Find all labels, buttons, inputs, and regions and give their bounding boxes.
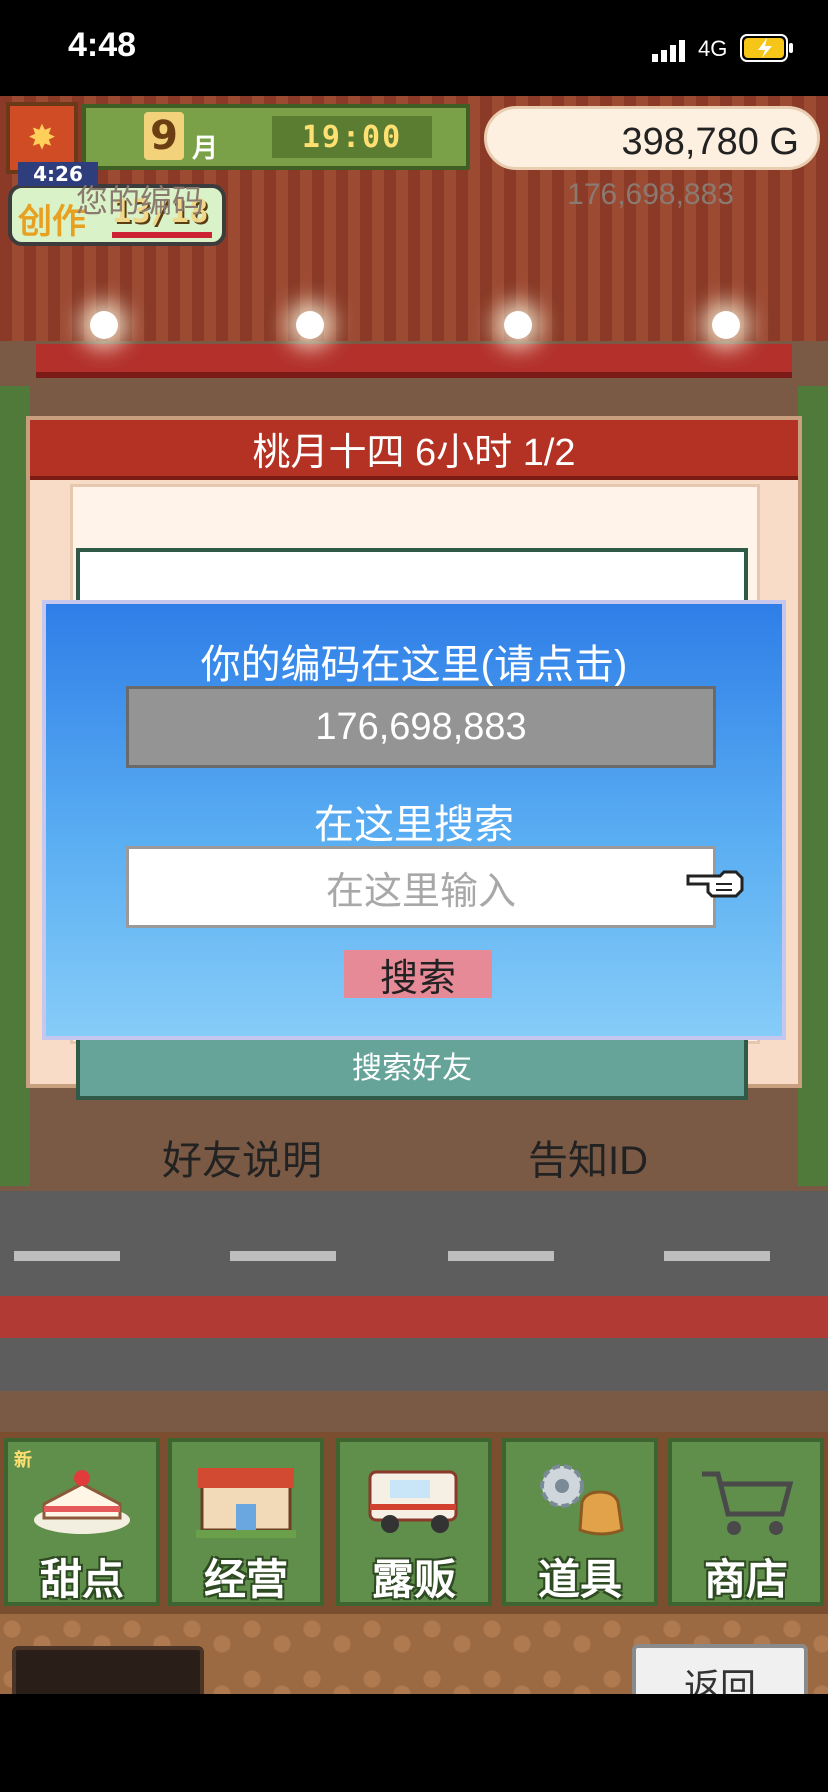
search-here-label: 在这里搜索 <box>314 803 514 847</box>
gear-bag-icon <box>540 1464 624 1536</box>
bottom-bar <box>0 1694 828 1792</box>
status-time: 4:48 <box>68 26 137 64</box>
food-truck-icon <box>368 1470 458 1533</box>
menu-label: 商店 <box>703 1555 788 1604</box>
panel-header: 桃月十四 6小时 1/2 <box>30 420 798 480</box>
menu-label: 露贩 <box>371 1555 456 1604</box>
menu-label: 道具 <box>537 1555 622 1604</box>
game-scene: ✸ 9 月 19:00 398,780 G 创作 13/18 4:26 桃月十四… <box>0 96 828 1694</box>
menu-management-button[interactable]: 经营 <box>168 1438 324 1606</box>
gold-panel: 398,780 G <box>484 106 820 170</box>
battery-charging-icon <box>740 34 793 62</box>
menu-label: 甜点 <box>39 1555 124 1604</box>
bottom-menu: 新 甜点 经营 露贩 道具 商店 <box>0 1432 828 1614</box>
search-button[interactable]: 搜索 <box>344 950 492 1000</box>
pointing-hand-icon <box>686 870 744 898</box>
menu-label: 经营 <box>203 1555 288 1604</box>
back-button[interactable]: 返回 <box>632 1644 808 1694</box>
lamp-light <box>296 311 324 339</box>
lamp-light <box>504 311 532 339</box>
empty-slot <box>12 1646 204 1694</box>
cake-icon <box>34 1470 130 1534</box>
menu-stall-button[interactable]: 露贩 <box>336 1438 492 1606</box>
street <box>0 1191 828 1391</box>
status-bar: 4:48 4G <box>0 0 828 96</box>
network-label: 4G <box>698 36 728 61</box>
lower-area: 返回 <box>0 1614 828 1694</box>
menu-items-button[interactable]: 道具 <box>502 1438 658 1606</box>
signal-icon <box>652 40 685 62</box>
date-panel[interactable]: 9 月 19:00 <box>82 104 470 170</box>
your-code-label: 您的编码 <box>76 182 205 220</box>
menu-store-button[interactable]: 商店 <box>668 1438 824 1606</box>
lane-marking <box>448 1251 554 1261</box>
create-progress-bar <box>112 232 212 238</box>
lamp-light <box>90 311 118 339</box>
search-dialog: 你的编码在这里(请点击) 176,698,883 在这里搜索 在这里输入 搜索 <box>42 600 786 1040</box>
your-code-display[interactable]: 176,698,883 <box>126 686 716 768</box>
shopping-cart-icon <box>702 1471 794 1535</box>
roof-awning <box>36 344 792 378</box>
menu-dessert-button[interactable]: 新 甜点 <box>4 1438 160 1606</box>
dialog-title: 你的编码在这里(请点击) <box>200 643 628 687</box>
lane-marking <box>230 1251 336 1261</box>
month-number: 9 <box>144 112 184 160</box>
tree-right <box>798 386 828 1186</box>
gold-amount: 398,780 G <box>621 121 799 163</box>
curb <box>0 1296 828 1338</box>
month-label: 月 <box>192 134 219 164</box>
shop-building-icon <box>196 1468 296 1538</box>
search-friend-button[interactable]: 搜索好友 <box>76 1034 748 1100</box>
search-input[interactable]: 在这里输入 <box>126 846 716 928</box>
friend-help-button[interactable]: 好友说明 <box>162 1128 322 1186</box>
lane-marking <box>664 1251 770 1261</box>
notify-id-button[interactable]: 告知ID <box>528 1128 648 1186</box>
lane-marking <box>14 1251 120 1261</box>
lamp-light <box>712 311 740 339</box>
your-code-value: 176,698,883 <box>567 178 734 211</box>
game-clock: 19:00 <box>272 116 432 158</box>
